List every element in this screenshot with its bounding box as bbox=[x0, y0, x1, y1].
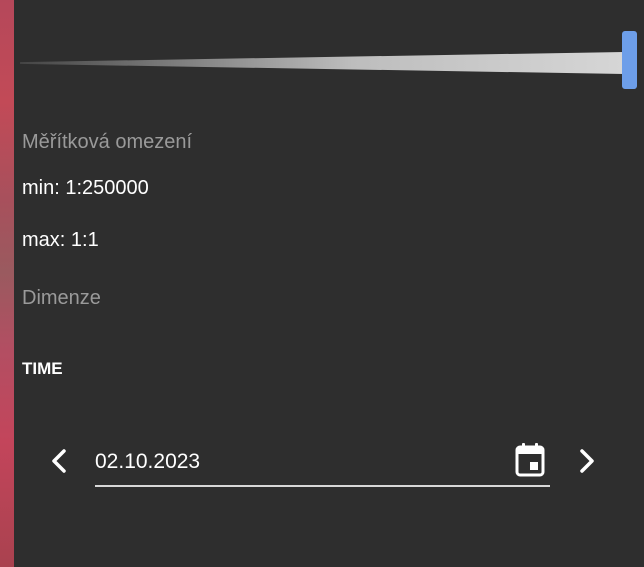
scale-max-value: max: 1:1 bbox=[22, 229, 99, 251]
chevron-right-icon bbox=[580, 449, 594, 473]
date-input[interactable] bbox=[95, 446, 485, 478]
dimension-name: TIME bbox=[22, 359, 63, 378]
dimensions-heading: Dimenze bbox=[22, 287, 101, 309]
calendar-icon bbox=[515, 443, 545, 477]
chevron-left-icon bbox=[52, 449, 66, 473]
calendar-button[interactable] bbox=[512, 440, 548, 480]
map-background-strip bbox=[0, 0, 14, 567]
next-date-button[interactable] bbox=[570, 443, 602, 479]
previous-date-button[interactable] bbox=[44, 443, 76, 479]
date-field bbox=[95, 440, 550, 487]
scale-constraints-heading: Měřítková omezení bbox=[22, 131, 193, 153]
opacity-slider-handle[interactable] bbox=[622, 31, 637, 89]
scale-min-value: min: 1:250000 bbox=[22, 177, 149, 199]
